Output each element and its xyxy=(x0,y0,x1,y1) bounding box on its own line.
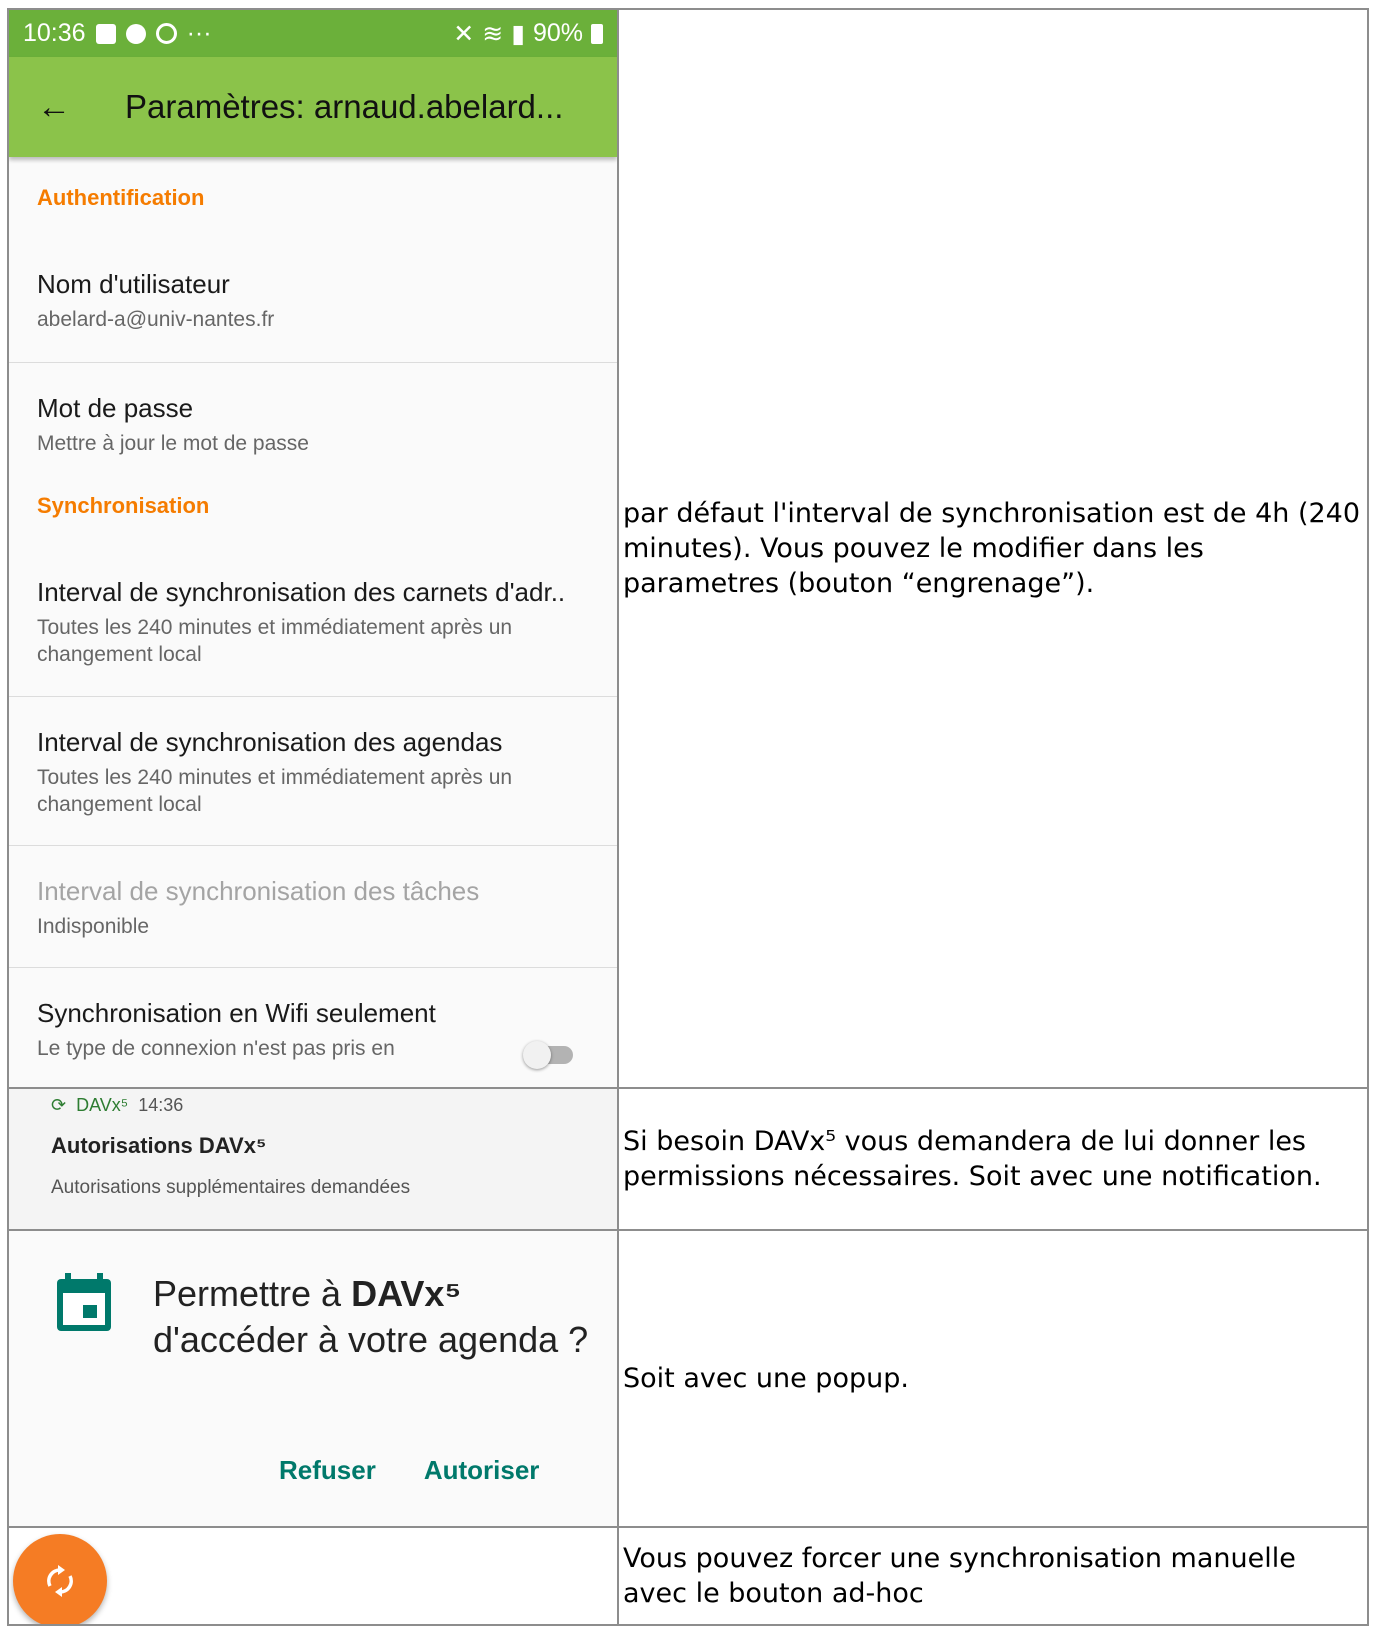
pref-title: Mot de passe xyxy=(37,393,194,423)
dialog-screenshot-cell: Permettre à DAVx⁵ d'accéder à votre agen… xyxy=(7,1229,619,1528)
arrow-left-icon[interactable]: ← xyxy=(37,88,77,127)
pref-summary: Mettre à jour le mot de passe xyxy=(37,432,309,455)
notification-header: ⟳ DAVx⁵ 14:36 xyxy=(51,1095,183,1116)
battery-percent: 90% xyxy=(532,19,583,47)
category-authentification: Authentification xyxy=(37,185,205,210)
wifi-icon: ≋ xyxy=(482,19,504,48)
sync-fab-button[interactable] xyxy=(13,1534,107,1623)
permission-dialog: Permettre à DAVx⁵ d'accéder à votre agen… xyxy=(10,1232,616,1525)
notification-screenshot-cell: ⟳ DAVx⁵ 14:36 Autorisations DAVx⁵ Autori… xyxy=(7,1087,619,1231)
notification-app-name: DAVx⁵ xyxy=(76,1095,129,1115)
calendar-icon xyxy=(57,1273,111,1331)
pref-summary: Le type de connexion n'est pas pris en xyxy=(37,1037,395,1060)
pref-title: Interval de synchronisation des carnets … xyxy=(37,577,566,607)
refuse-button[interactable]: Refuser xyxy=(279,1455,376,1486)
settings-screenshot-cell: 10:36 ··· ✕ ≋ ▮ 90% ← Paramètres: arnaud… xyxy=(7,8,619,1089)
alert-icon xyxy=(125,23,146,44)
notification-time: 14:36 xyxy=(138,1095,184,1115)
app-bar: ← Paramètres: arnaud.abelard... xyxy=(10,57,616,157)
sync-icon xyxy=(47,1565,73,1597)
pref-summary: Toutes les 240 minutes et immédiatement … xyxy=(37,616,513,666)
pref-title: Interval de synchronisation des tâches xyxy=(37,876,480,906)
table-row: 10:36 ··· ✕ ≋ ▮ 90% ← Paramètres: arnaud… xyxy=(7,8,1369,1089)
pref-summary: abelard-a@univ-nantes.fr xyxy=(37,308,275,331)
fab-screenshot-cell xyxy=(7,1526,619,1626)
note-manual-sync: Vous pouvez forcer une synchronisation m… xyxy=(623,1543,1296,1609)
note-popup: Soit avec une popup. xyxy=(623,1363,909,1394)
pref-title: Nom d'utilisateur xyxy=(37,269,230,299)
page-title: Paramètres: arnaud.abelard... xyxy=(125,88,564,125)
allow-button[interactable]: Autoriser xyxy=(424,1455,540,1486)
settings-screen: 10:36 ··· ✕ ≋ ▮ 90% ← Paramètres: arnaud… xyxy=(10,11,616,1086)
pref-wifi-only[interactable]: Synchronisation en Wifi seulement Le typ… xyxy=(10,968,616,1069)
notification-text: Autorisations supplémentaires demandées xyxy=(51,1177,411,1198)
status-bar: 10:36 ··· ✕ ≋ ▮ 90% xyxy=(10,11,616,57)
more-notifications: ··· xyxy=(186,19,212,47)
battery-icon xyxy=(591,23,603,44)
table-row: Vous pouvez forcer une synchronisation m… xyxy=(7,1526,1369,1626)
table-row: Permettre à DAVx⁵ d'accéder à votre agen… xyxy=(7,1229,1369,1528)
note-notification: Si besoin DAVx⁵ vous demandera de lui do… xyxy=(623,1126,1322,1192)
gallery-icon xyxy=(95,23,116,44)
dialog-title-suffix: d'accéder à votre agenda ? xyxy=(153,1319,589,1360)
pref-title: Synchronisation en Wifi seulement xyxy=(37,998,436,1028)
pref-calendars-interval[interactable]: Interval de synchronisation des agendas … xyxy=(10,697,616,846)
category-synchronisation: Synchronisation xyxy=(37,493,210,518)
status-time: 10:36 xyxy=(23,19,86,47)
permission-notification[interactable]: ⟳ DAVx⁵ 14:36 Autorisations DAVx⁵ Autori… xyxy=(10,1090,616,1228)
note-cell: Si besoin DAVx⁵ vous demandera de lui do… xyxy=(617,1087,1369,1231)
notification-title: Autorisations DAVx⁵ xyxy=(51,1133,267,1158)
dialog-title: Permettre à DAVx⁵ d'accéder à votre agen… xyxy=(153,1271,593,1363)
pref-summary: Indisponible xyxy=(37,915,150,938)
toggle-knob xyxy=(523,1041,551,1069)
whatsapp-icon xyxy=(155,23,177,44)
fab-area xyxy=(10,1529,616,1623)
document-table: 10:36 ··· ✕ ≋ ▮ 90% ← Paramètres: arnaud… xyxy=(7,8,1369,1626)
dialog-title-app: DAVx⁵ xyxy=(351,1273,462,1314)
signal-icon: ▮ xyxy=(511,19,525,48)
pref-contacts-interval[interactable]: Interval de synchronisation des carnets … xyxy=(10,519,616,697)
note-cell: par défaut l'interval de synchronisation… xyxy=(617,8,1369,1089)
pref-password[interactable]: Mot de passe Mettre à jour le mot de pas… xyxy=(10,363,616,463)
wifi-only-toggle[interactable] xyxy=(523,1041,573,1069)
dialog-title-prefix: Permettre à xyxy=(153,1273,352,1314)
note-cell: Soit avec une popup. xyxy=(617,1229,1369,1528)
pref-username[interactable]: Nom d'utilisateur abelard-a@univ-nantes.… xyxy=(10,211,616,363)
mute-icon: ✕ xyxy=(453,19,475,48)
table-row: ⟳ DAVx⁵ 14:36 Autorisations DAVx⁵ Autori… xyxy=(7,1087,1369,1231)
pref-tasks-interval: Interval de synchronisation des tâches I… xyxy=(10,846,616,968)
pref-summary: Toutes les 240 minutes et immédiatement … xyxy=(37,766,513,816)
pref-title: Interval de synchronisation des agendas xyxy=(37,727,503,757)
note-sync-interval: par défaut l'interval de synchronisation… xyxy=(623,498,1361,599)
sync-small-icon: ⟳ xyxy=(51,1095,67,1115)
note-cell: Vous pouvez forcer une synchronisation m… xyxy=(617,1526,1369,1626)
